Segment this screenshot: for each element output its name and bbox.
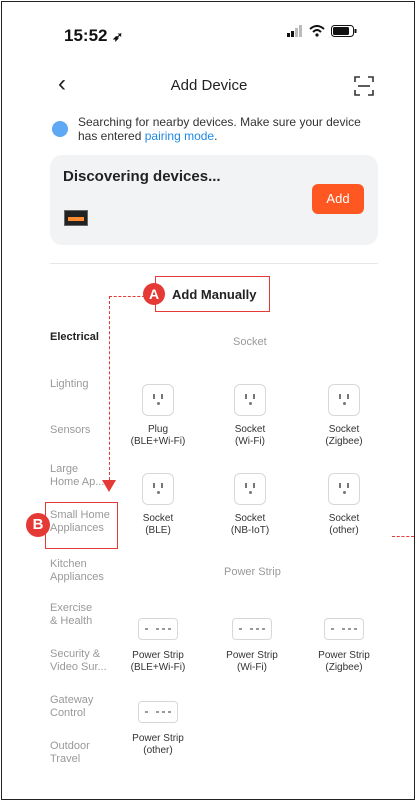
socket-icon [328,473,360,505]
device-tile-power-strip-wifi[interactable]: Power Strip (Wi-Fi) [220,618,284,674]
socket-icon [234,384,266,416]
socket-icon [142,384,174,416]
search-hint: Searching for nearby devices. Make sure … [52,115,382,143]
add-button[interactable]: Add [312,184,364,214]
socket-icon [328,384,360,416]
socket-icon [142,473,174,505]
device-tile-power-strip-other[interactable]: Power Strip (other) [126,701,190,757]
socket-icon [234,473,266,505]
sidebar-item-kitchen-appliances[interactable]: Kitchen Appliances [50,558,104,584]
callout-line-a-h [109,296,145,297]
device-tile-socket-nb-iot[interactable]: Socket (NB-IoT) [218,473,282,537]
sidebar-item-electrical[interactable]: Electrical [50,331,99,344]
device-tile-power-strip-zigbee[interactable]: Power Strip (Zigbee) [312,618,376,674]
status-time: 15:52 ➶ [64,26,124,45]
device-tile-socket-other[interactable]: Socket (other) [312,473,376,537]
wifi-icon [309,25,325,37]
discovering-title: Discovering devices... [63,168,221,185]
discovered-device-icon [64,210,88,226]
pairing-mode-link[interactable]: pairing mode [145,129,214,143]
device-tile-power-strip-ble-wifi[interactable]: Power Strip (BLE+Wi-Fi) [126,618,190,674]
device-tile-socket-zigbee[interactable]: Socket (Zigbee) [312,384,376,448]
section-socket: Socket [233,336,267,348]
sidebar-item-outdoor-travel[interactable]: Outdoor Travel [50,740,90,766]
signal-icon [287,25,302,37]
sidebar-item-exercise-health[interactable]: Exercise & Health [50,602,92,628]
callout-line-b [392,536,414,537]
device-tile-socket-wifi[interactable]: Socket (Wi-Fi) [218,384,282,448]
location-icon: ➶ [112,29,124,44]
sidebar-item-gateway-control[interactable]: Gateway Control [50,694,93,720]
callout-box-b [45,502,118,549]
callout-badge-b: B [26,513,50,537]
battery-icon [331,25,357,37]
device-tile-plug-ble-wifi[interactable]: Plug (BLE+Wi-Fi) [126,384,190,448]
sidebar-item-sensors[interactable]: Sensors [50,424,90,437]
discovering-card: Discovering devices... Add [50,155,378,245]
callout-line-a-v [109,296,110,480]
device-tile-socket-ble[interactable]: Socket (BLE) [126,473,190,537]
status-icons [287,25,357,37]
divider [50,263,378,264]
scan-icon[interactable] [354,76,374,96]
power-strip-icon [324,618,364,640]
searching-icon [52,121,68,137]
power-strip-icon [232,618,272,640]
power-strip-icon [138,701,178,723]
sidebar-item-lighting[interactable]: Lighting [50,378,89,391]
callout-badge-a: A [143,283,165,305]
section-power-strip: Power Strip [224,566,281,578]
power-strip-icon [138,618,178,640]
sidebar-item-security-video[interactable]: Security & Video Sur... [50,648,107,674]
add-manually-heading: Add Manually [172,287,257,302]
sidebar-item-large-home-appliances[interactable]: Large Home Ap... [50,463,104,489]
